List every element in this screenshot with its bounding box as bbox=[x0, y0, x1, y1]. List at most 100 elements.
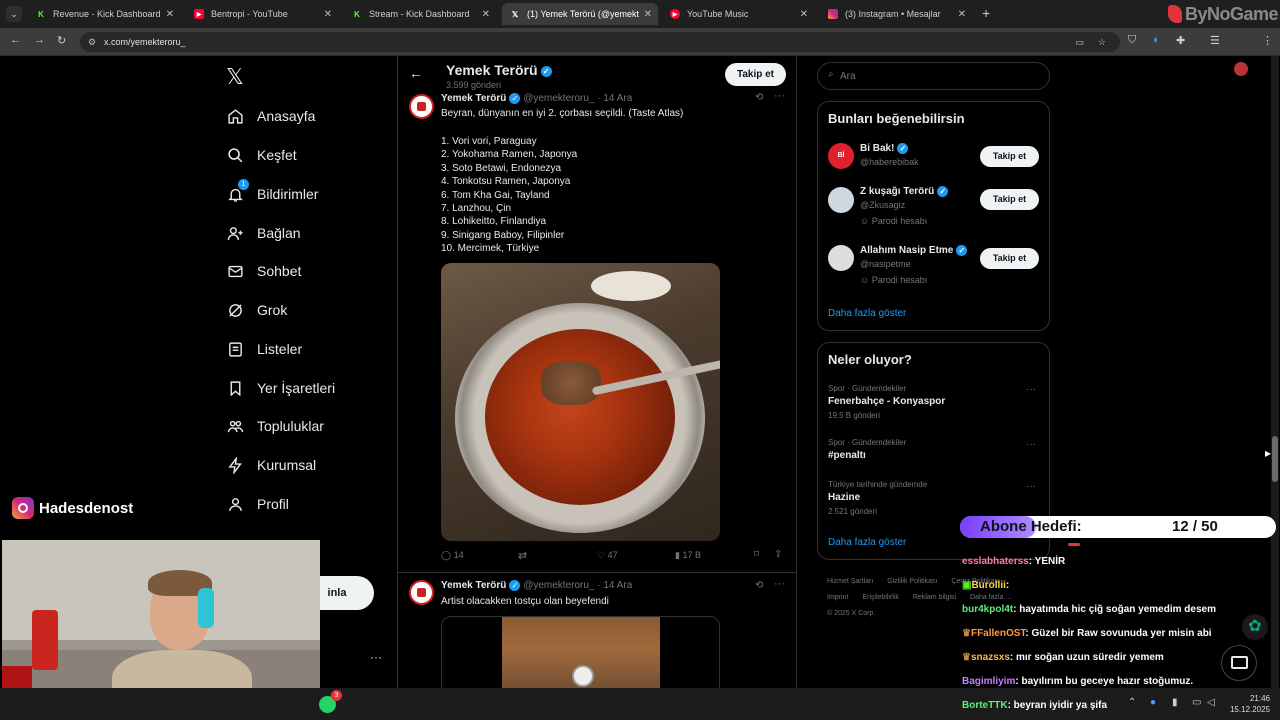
close-tab-icon[interactable]: ✕ bbox=[958, 9, 966, 20]
retweet-icon[interactable]: ⇄ bbox=[518, 549, 527, 562]
browser-tab[interactable]: (3) Instagram • Mesajlar ✕ bbox=[820, 3, 972, 25]
search-input[interactable]: ⌕ Ara bbox=[817, 62, 1050, 90]
tray-expand-icon[interactable]: ⌃ bbox=[1128, 697, 1136, 708]
footer-link[interactable]: Hizmet Şartları bbox=[827, 578, 873, 585]
follow-button[interactable]: Takip et bbox=[980, 189, 1039, 210]
grok-icon bbox=[226, 301, 244, 319]
close-tab-icon[interactable]: ✕ bbox=[324, 9, 332, 20]
bookmark-star-icon[interactable]: ☆ bbox=[1098, 32, 1106, 52]
audio-extension-icon[interactable]: ◖ bbox=[1152, 34, 1159, 46]
grok-tweet-icon[interactable]: ⟲ bbox=[755, 92, 763, 103]
close-tab-icon[interactable]: ✕ bbox=[166, 9, 174, 20]
trend-topic[interactable]: Hazine bbox=[828, 492, 860, 503]
tab-list-menu-icon[interactable]: ⌄ bbox=[6, 6, 22, 22]
footer-link[interactable]: Daha fazla ... bbox=[970, 594, 1011, 601]
back-arrow-icon[interactable]: ← bbox=[409, 65, 423, 81]
nav-communities[interactable]: Topluluklar bbox=[226, 412, 324, 440]
browser-tab[interactable]: ▶ Bentropi - YouTube ✕ bbox=[186, 3, 338, 25]
nav-business[interactable]: Kurumsal bbox=[226, 451, 316, 479]
footer-link[interactable]: Reklam bilgisi bbox=[913, 594, 956, 601]
heart-icon: ♡ bbox=[597, 550, 606, 560]
reading-list-icon[interactable]: ☰ bbox=[1210, 34, 1220, 47]
close-tab-icon[interactable]: ✕ bbox=[800, 9, 808, 20]
browser-tab[interactable]: K Revenue - Kick Dashboard ✕ bbox=[28, 3, 180, 25]
site-info-icon[interactable]: ⚙ bbox=[88, 32, 96, 52]
whatsapp-taskbar-icon[interactable]: 3 bbox=[319, 690, 342, 713]
suggestion-name[interactable]: Z kuşağı Terörü ✓ bbox=[860, 186, 949, 197]
tweet-avatar[interactable] bbox=[409, 580, 434, 605]
browser-toolbar: ← → ↻ ⚙ x.com/yemekteroru_ ▭ ☆ ⛉ ◖ ✚ ☰ ⋮ bbox=[0, 28, 1280, 76]
footer-link[interactable]: Imprint bbox=[827, 594, 848, 601]
reply-action[interactable]: ◯ 14 bbox=[441, 550, 464, 561]
page-scrollbar[interactable] bbox=[1271, 56, 1279, 688]
browser-tab-active[interactable]: 𝕏 (1) Yemek Terörü (@yemekteroru_) ✕ bbox=[502, 3, 658, 25]
nav-grok[interactable]: Grok bbox=[226, 296, 287, 324]
tray-network-icon[interactable]: ● bbox=[1150, 697, 1156, 708]
trend-topic[interactable]: Fenerbahçe - Konyaspor bbox=[828, 396, 945, 407]
follow-button[interactable]: Takip et bbox=[725, 63, 786, 86]
suggestion-name[interactable]: Allahım Nasip Etme ✓ bbox=[860, 245, 968, 256]
more-options-icon[interactable]: ··· bbox=[774, 90, 785, 102]
trend-more-icon[interactable]: ··· bbox=[1026, 439, 1036, 450]
footer-link[interactable]: Erişilebilirlik bbox=[862, 594, 899, 601]
like-action[interactable]: ♡ 47 bbox=[597, 550, 618, 561]
soup-broth bbox=[485, 329, 675, 505]
profile-avatar[interactable] bbox=[1234, 62, 1248, 76]
messages-fab[interactable] bbox=[1221, 645, 1257, 681]
close-tab-icon[interactable]: ✕ bbox=[482, 9, 490, 20]
x-logo-icon[interactable]: 𝕏 bbox=[226, 64, 244, 90]
new-tab-icon[interactable]: + bbox=[982, 5, 990, 21]
extensions-icon[interactable]: ✚ bbox=[1176, 34, 1185, 47]
nav-explore[interactable]: Keşfet bbox=[226, 141, 297, 169]
tray-lock-icon[interactable]: ▭ bbox=[1192, 697, 1201, 708]
nav-chat[interactable]: Sohbet bbox=[226, 257, 301, 285]
follow-button[interactable]: Takip et bbox=[980, 248, 1039, 269]
nav-notifications[interactable]: 1 Bildirimler bbox=[226, 179, 318, 208]
suggestion-avatar[interactable] bbox=[828, 245, 854, 271]
shield-extension-icon[interactable]: ⛉ bbox=[1128, 34, 1136, 47]
suggestion-name[interactable]: Bi Bak! ✓ bbox=[860, 143, 909, 154]
tweet-image-soup[interactable] bbox=[441, 263, 720, 541]
browser-tab[interactable]: K Stream - Kick Dashboard ✕ bbox=[344, 3, 496, 25]
show-more-link[interactable]: Daha fazla göster bbox=[828, 308, 906, 319]
verified-badge-icon: ✓ bbox=[509, 580, 521, 591]
account-menu-icon[interactable]: ··· bbox=[370, 650, 382, 664]
nav-lists[interactable]: Listeler bbox=[226, 335, 302, 363]
taskbar-clock[interactable]: 21:46 15.12.2025 bbox=[1226, 693, 1270, 715]
tweet-avatar[interactable] bbox=[409, 94, 434, 119]
show-more-link[interactable]: Daha fazla göster bbox=[828, 537, 906, 548]
suggestion-avatar[interactable] bbox=[828, 187, 854, 213]
suggestion-avatar[interactable]: Bİ bbox=[828, 143, 854, 169]
views-action[interactable]: ▮ 17 B bbox=[675, 550, 701, 561]
forward-icon[interactable]: → bbox=[34, 34, 45, 46]
tray-volume-icon[interactable]: ◁ bbox=[1207, 697, 1215, 708]
footer-link[interactable]: Gizlilik Politikası bbox=[887, 578, 937, 585]
trend-more-icon[interactable]: ··· bbox=[1026, 481, 1036, 492]
browser-tab[interactable]: ▶ YouTube Music ✕ bbox=[662, 3, 814, 25]
bookmark-icon[interactable]: ⌑ bbox=[754, 549, 759, 560]
grok-tweet-icon[interactable]: ⟲ bbox=[755, 580, 763, 591]
bell-icon: 1 bbox=[226, 179, 249, 203]
parody-label: ☺ Parodi hesabı bbox=[860, 275, 928, 285]
back-icon[interactable]: ← bbox=[10, 34, 21, 46]
chatgpt-icon[interactable]: ✿ bbox=[1242, 614, 1268, 640]
scrollbar-thumb[interactable] bbox=[1272, 436, 1278, 482]
install-app-icon[interactable]: ▭ bbox=[1075, 32, 1084, 52]
nav-connect[interactable]: Bağlan bbox=[226, 219, 301, 247]
reload-icon[interactable]: ↻ bbox=[57, 34, 66, 47]
address-bar[interactable]: ⚙ x.com/yemekteroru_ ▭ ☆ bbox=[80, 32, 1120, 52]
browser-menu-icon[interactable]: ⋮ bbox=[1262, 34, 1273, 47]
trend-more-icon[interactable]: ··· bbox=[1026, 384, 1036, 395]
more-options-icon[interactable]: ··· bbox=[774, 578, 785, 590]
share-icon[interactable]: ⇪ bbox=[774, 549, 782, 560]
nav-home[interactable]: Anasayfa bbox=[226, 102, 315, 130]
nav-profile[interactable]: Profil bbox=[226, 490, 289, 518]
trend-topic[interactable]: #penaltı bbox=[828, 450, 866, 461]
nav-bookmarks[interactable]: Yer İşaretleri bbox=[226, 374, 335, 402]
close-tab-icon[interactable]: ✕ bbox=[644, 9, 652, 20]
list-item: 2. Yokohama Ramen, Japonya bbox=[441, 149, 578, 161]
follow-button[interactable]: Takip et bbox=[980, 146, 1039, 167]
tweet-image-frame[interactable] bbox=[441, 616, 720, 688]
home-icon bbox=[226, 107, 244, 125]
tray-mic-icon[interactable]: ▮ bbox=[1172, 697, 1178, 708]
